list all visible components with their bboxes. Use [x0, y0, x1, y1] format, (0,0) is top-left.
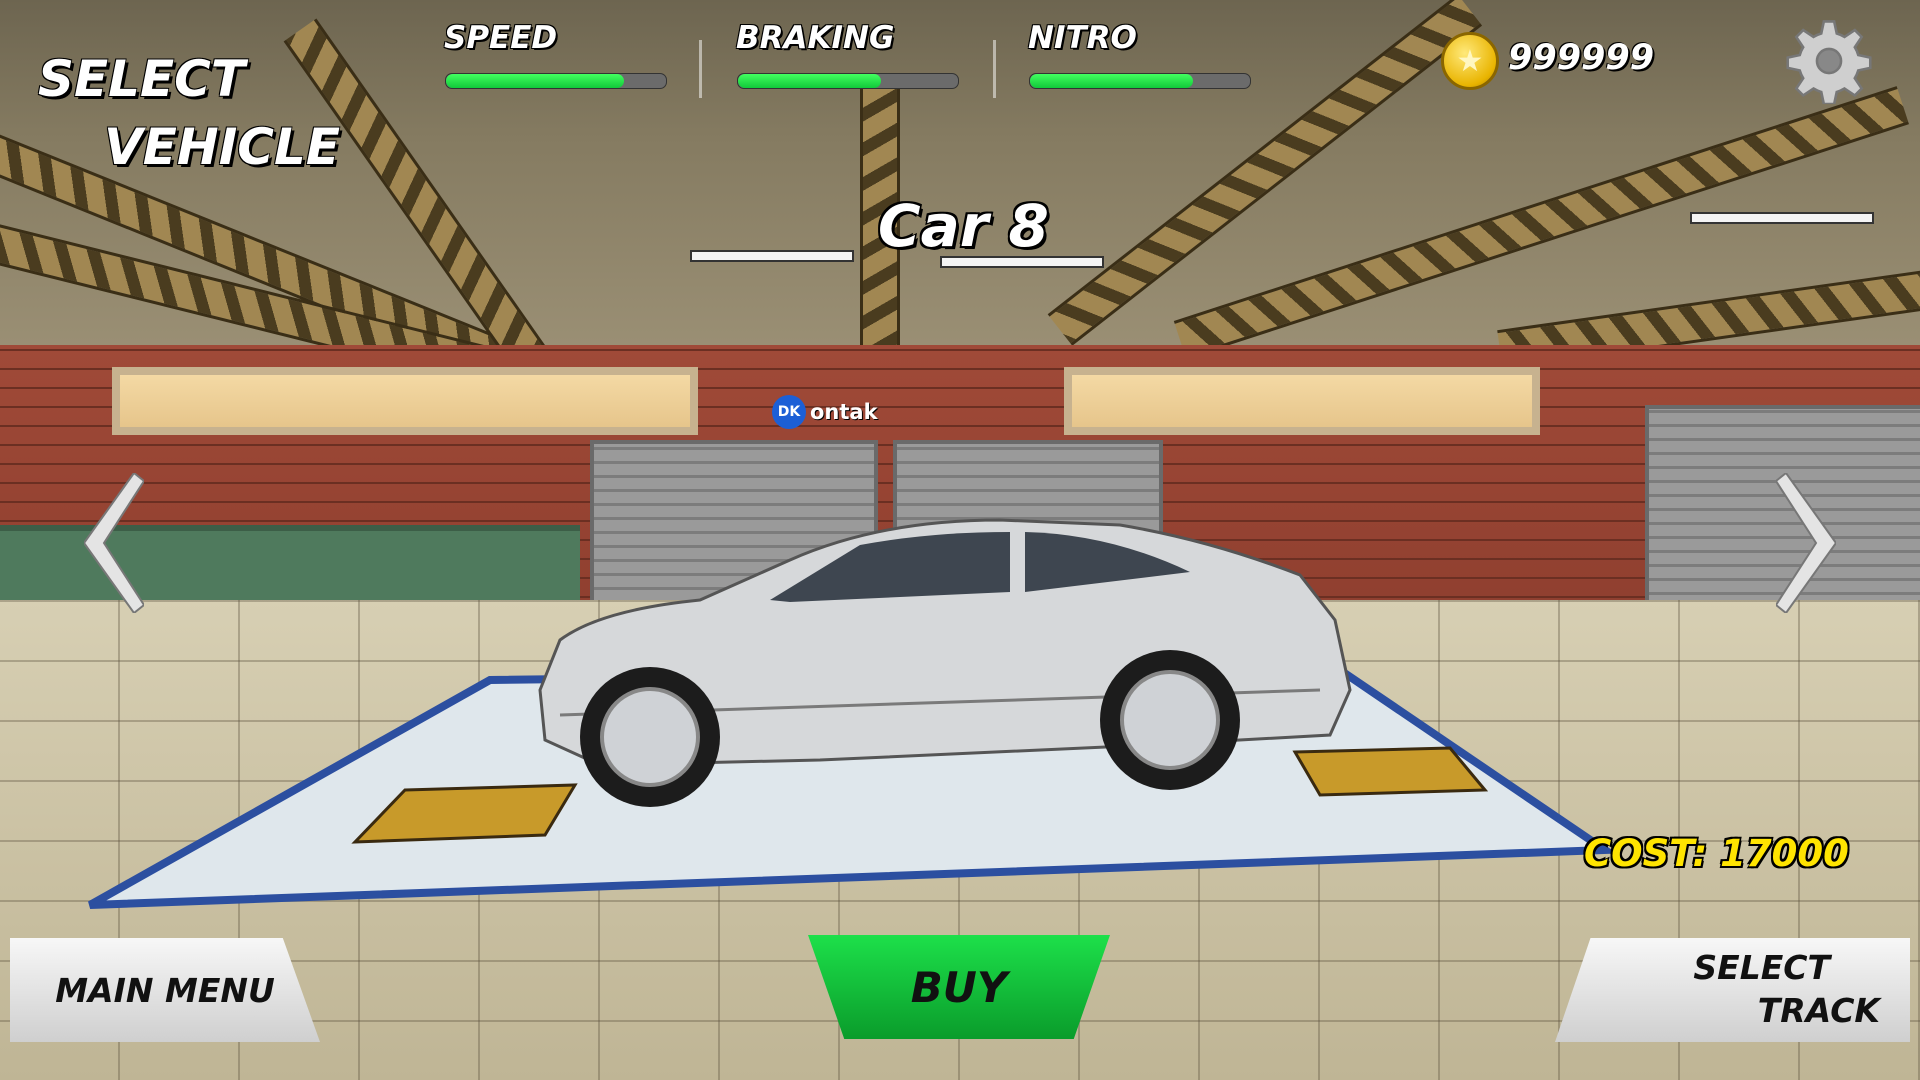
stat-label-speed: SPEED — [444, 20, 558, 56]
coin-balance: 999999 — [1508, 38, 1655, 78]
select-track-label-line2: TRACK — [1757, 991, 1880, 1030]
gear-icon[interactable] — [1786, 18, 1872, 104]
star-coin-icon: ★ — [1441, 32, 1499, 90]
stat-bar-nitro — [1029, 73, 1251, 89]
stat-label-braking: BRAKING — [736, 20, 895, 56]
hazard-plate — [1292, 746, 1489, 797]
screen-title-line1: SELECT — [38, 50, 245, 108]
chevron-left-icon[interactable] — [84, 473, 144, 613]
screen-title-line2: VEHICLE — [104, 118, 341, 176]
watermark-badge: DK — [772, 395, 806, 429]
stat-fill-nitro — [1030, 74, 1193, 88]
watermark-text: ontak — [810, 400, 878, 424]
stat-fill-speed — [446, 74, 625, 88]
chevron-right-icon[interactable] — [1776, 473, 1836, 613]
rear-rim — [1120, 670, 1220, 770]
stat-divider — [993, 40, 996, 98]
stat-label-nitro: NITRO — [1028, 20, 1137, 56]
select-track-button[interactable]: SELECT TRACK — [1555, 938, 1910, 1042]
stat-fill-braking — [738, 74, 881, 88]
buy-button[interactable]: BUY — [808, 935, 1110, 1039]
stat-bar-braking — [737, 73, 959, 89]
select-track-label-line1: SELECT — [1693, 948, 1830, 988]
car-name: Car 8 — [878, 192, 1049, 260]
watermark: DK ontak — [772, 395, 878, 429]
stat-divider — [699, 40, 702, 98]
front-rim — [600, 687, 700, 787]
main-menu-button[interactable]: MAIN MENU — [10, 938, 320, 1042]
vehicle-cost: COST: 17000 — [1584, 832, 1849, 875]
stat-bar-speed — [445, 73, 667, 89]
